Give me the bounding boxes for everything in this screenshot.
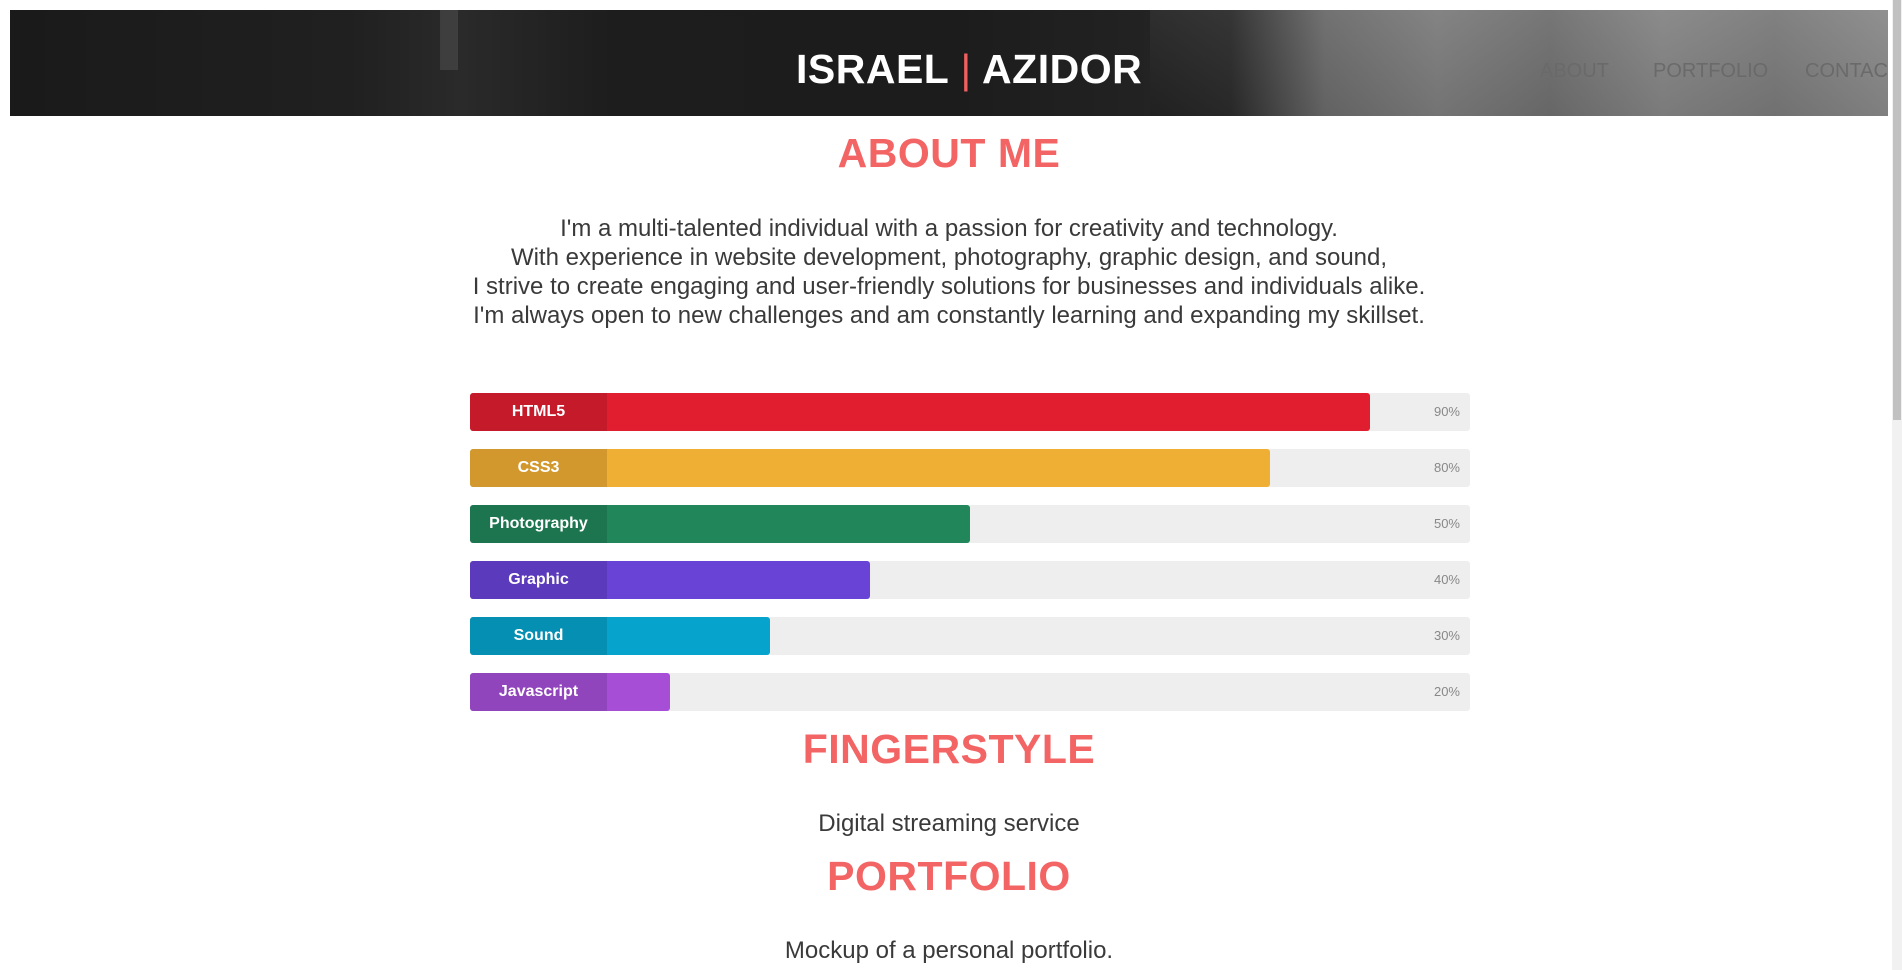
- site-header: ISRAEL | AZIDOR ABOUT PORTFOLIO CONTACT: [10, 10, 1888, 116]
- skill-bar-javascript: Javascript 20%: [470, 673, 1470, 711]
- skills-list: HTML5 90% CSS3 80% Photography 50% Graph…: [470, 393, 1470, 729]
- skill-bar-css3: CSS3 80%: [470, 449, 1470, 487]
- skill-percent: 40%: [1433, 572, 1460, 587]
- brand-first-name: ISRAEL: [796, 46, 949, 92]
- about-description: I'm a multi-talented individual with a p…: [0, 214, 1898, 330]
- site-brand[interactable]: ISRAEL | AZIDOR: [796, 46, 1142, 93]
- about-line: With experience in website development, …: [510, 244, 1388, 271]
- skill-label: Javascript: [470, 673, 607, 711]
- skill-label: Sound: [470, 617, 607, 655]
- about-line: I'm always open to new challenges and am…: [473, 302, 1425, 329]
- skill-bar-graphic: Graphic 40%: [470, 561, 1470, 599]
- about-title: ABOUT ME: [837, 130, 1061, 176]
- skill-bar-sound: Sound 30%: [470, 617, 1470, 655]
- nav-link-about[interactable]: ABOUT: [1540, 60, 1609, 83]
- skill-bar-photography: Photography 50%: [470, 505, 1470, 543]
- skill-label: Photography: [470, 505, 607, 543]
- portfolio-title[interactable]: PORTFOLIO: [0, 853, 1898, 900]
- vertical-scrollbar[interactable]: [1892, 0, 1902, 970]
- fingerstyle-description: Digital streaming service: [818, 810, 1080, 837]
- skill-label: Graphic: [470, 561, 607, 599]
- skill-percent: 50%: [1433, 516, 1460, 531]
- skill-percent: 90%: [1433, 404, 1460, 419]
- skill-percent: 20%: [1433, 684, 1460, 699]
- about-line: I strive to create engaging and user-fri…: [472, 273, 1426, 300]
- nav-link-contact[interactable]: CONTACT: [1805, 60, 1888, 83]
- skill-label: CSS3: [470, 449, 607, 487]
- page: ISRAEL | AZIDOR ABOUT PORTFOLIO CONTACT …: [0, 0, 1902, 970]
- scrollbar-thumb[interactable]: [1893, 0, 1901, 420]
- brand-separator: |: [960, 46, 972, 92]
- skill-bar-html5: HTML5 90%: [470, 393, 1470, 431]
- portfolio-description: Mockup of a personal portfolio.: [784, 937, 1114, 964]
- fingerstyle-title[interactable]: FINGERSTYLE: [0, 726, 1898, 773]
- skill-percent: 80%: [1433, 460, 1460, 475]
- nav-link-portfolio[interactable]: PORTFOLIO: [1653, 60, 1768, 83]
- skill-percent: 30%: [1433, 628, 1460, 643]
- skill-label: HTML5: [470, 393, 607, 431]
- brand-last-name: AZIDOR: [982, 46, 1143, 92]
- about-line: I'm a multi-talented individual with a p…: [560, 215, 1338, 242]
